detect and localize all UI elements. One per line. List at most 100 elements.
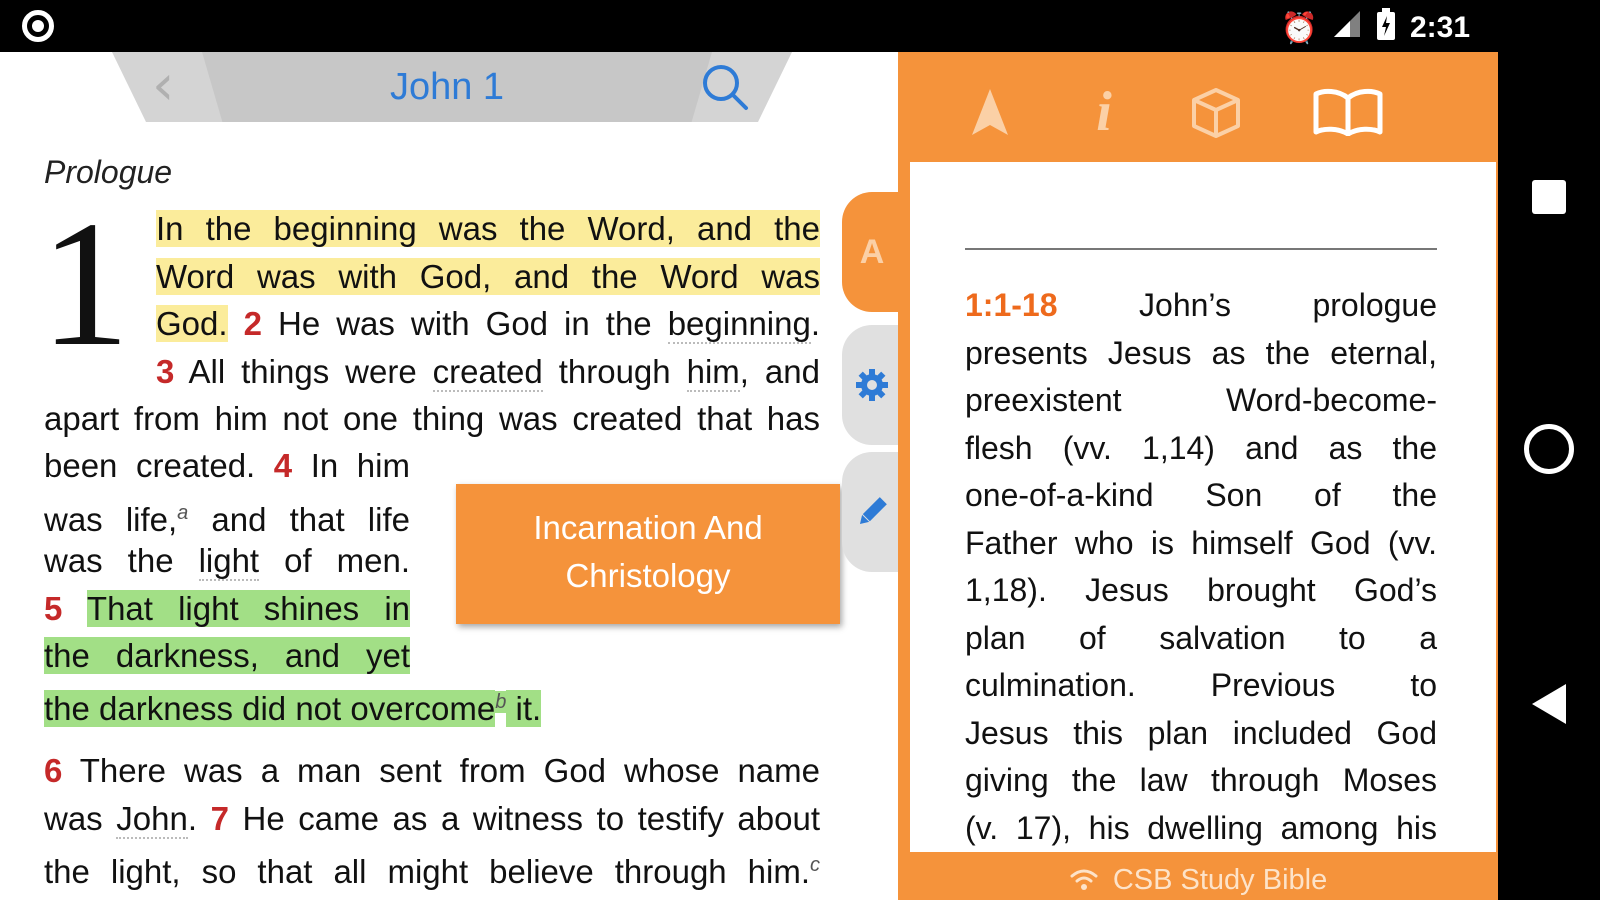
verse-text: presents Jesus as the eternal, xyxy=(965,334,1437,371)
verse-text: That light shines in xyxy=(86,589,411,627)
home-button[interactable] xyxy=(1498,424,1600,474)
text-line: the darkness, and yet xyxy=(44,632,410,680)
verse-number[interactable]: 5 xyxy=(44,590,62,627)
verse-text: the darkness, and yet xyxy=(44,637,410,674)
verse-text: the darkness did not overcome xyxy=(44,690,496,727)
text-line: the light, so that all might believe thr… xyxy=(44,842,820,890)
text-size-button[interactable] xyxy=(968,82,1012,142)
signal-icon xyxy=(1332,9,1362,47)
topic-callout-button[interactable]: Incarnation And Christology xyxy=(456,484,840,624)
text-line: was life,a and that life xyxy=(44,490,410,538)
study-note-text: 1:1-18 John’s prologue presents Jesus as … xyxy=(965,282,1437,852)
study-notes-panel: i 1:1-18 John’s prologue presents Jesus a… xyxy=(898,52,1498,900)
text-line: 5 That light shines in xyxy=(44,585,411,633)
book-icon xyxy=(1313,88,1383,136)
search-icon xyxy=(703,65,748,110)
reader-pane[interactable]: ‹ John 1 Prologue 1 In the beginning was… xyxy=(0,52,898,900)
verse-text: . xyxy=(810,305,821,342)
verse-text: In the beginning was the Word, and the xyxy=(156,210,820,247)
clock-time: 2:31 xyxy=(1409,11,1470,44)
text-line: Jesus this plan included God xyxy=(965,710,1437,758)
verse-number[interactable]: 6 xyxy=(44,752,62,789)
text-line: 6 There was a man sent from God whose na… xyxy=(44,747,820,795)
chapter-title[interactable]: John 1 xyxy=(312,66,582,109)
bible-button[interactable] xyxy=(1310,82,1386,142)
tab-study-notes[interactable]: A xyxy=(842,192,902,312)
verse-text: He came as a witness to testify about xyxy=(228,799,820,837)
record-icon xyxy=(22,10,54,42)
recents-button[interactable] xyxy=(1498,180,1600,214)
text-line: Word was with God, and the Word was xyxy=(156,253,820,301)
verse-text: one-of-a-kind Son of the xyxy=(965,477,1437,513)
verse-text: . xyxy=(187,799,211,837)
verse-number[interactable]: 3 xyxy=(156,353,174,390)
verse-text: Father who is himself God (vv. xyxy=(965,524,1437,561)
text-line: 1:1-18 John’s prologue xyxy=(965,282,1437,330)
text-size-icon xyxy=(972,89,1008,135)
text-line: was the light of men. xyxy=(44,537,410,585)
verse-number[interactable]: 2 xyxy=(244,305,262,342)
text-line: flesh (vv. 1,14) and as the xyxy=(965,425,1437,473)
footnote-marker: b xyxy=(495,691,507,713)
chevron-left-icon: ‹ xyxy=(152,53,175,118)
triangle-back-icon xyxy=(1532,684,1566,724)
footnote-marker: a xyxy=(177,501,189,524)
text-line: Father who is himself God (vv. xyxy=(965,520,1437,568)
linked-word[interactable]: him xyxy=(686,352,740,392)
chapter-number: 1 xyxy=(40,184,130,383)
text-line: plan of salvation to a xyxy=(965,615,1437,663)
status-bar: ⏰ 2:31 xyxy=(0,0,1498,52)
verse-text xyxy=(228,305,244,342)
verse-text: the light, so that all might believe thr… xyxy=(44,853,810,890)
square-icon xyxy=(1532,180,1566,214)
text-line: God. 2 He was with God in the beginning. xyxy=(156,300,820,348)
passage-block: apart from him not one thing was created… xyxy=(44,395,820,443)
verse-number[interactable]: 4 xyxy=(274,447,292,484)
study-notes-icon: A xyxy=(859,232,885,271)
gear-icon xyxy=(856,369,888,401)
linked-word[interactable]: beginning xyxy=(667,305,811,344)
text-line: the darkness did not overcomeb it. xyxy=(44,679,644,727)
verse-text: plan of salvation to a xyxy=(965,619,1437,656)
search-button[interactable] xyxy=(700,62,750,112)
text-line: 3 All things were created through him, a… xyxy=(156,348,820,396)
back-button[interactable] xyxy=(1498,684,1600,724)
verse-text: Jesus this plan included God xyxy=(965,714,1437,751)
verse-text: All things were xyxy=(174,352,433,390)
tab-notes[interactable] xyxy=(842,452,902,572)
verse-text: been created. xyxy=(44,447,274,484)
wifi-icon xyxy=(1070,869,1098,890)
verse-text: and that life xyxy=(188,500,410,538)
linked-word[interactable]: light xyxy=(198,542,260,581)
alarm-icon: ⏰ xyxy=(1280,11,1318,45)
linked-word[interactable]: created xyxy=(432,352,543,392)
previous-chapter-button[interactable]: ‹ xyxy=(152,56,174,116)
verse-text xyxy=(62,590,87,627)
verse-text: was xyxy=(44,799,117,837)
text-line: presents Jesus as the eternal, xyxy=(965,330,1437,378)
verse-text: giving the law through Moses xyxy=(965,762,1437,798)
verse-text: , and xyxy=(739,352,820,390)
text-line: giving the law through Moses xyxy=(965,757,1437,805)
linked-word[interactable]: John xyxy=(116,799,188,839)
pencil-icon xyxy=(859,497,887,525)
verse-text: (v. 17), his dwelling among his xyxy=(965,809,1437,846)
divider xyxy=(965,248,1437,250)
study-bible-source[interactable]: CSB Study Bible xyxy=(898,860,1498,900)
verse-text: was the xyxy=(44,542,199,579)
verse-text: Word was with God, and the Word was xyxy=(156,257,820,295)
text-line: apart from him not one thing was created… xyxy=(44,395,820,443)
info-icon: i xyxy=(1096,81,1112,143)
verse-text: God. xyxy=(156,305,228,342)
passage-block: In the beginning was the Word, and the Wo… xyxy=(156,205,820,395)
verse-text: of men. xyxy=(259,542,410,579)
verse-reference-link[interactable]: 1:1-18 xyxy=(965,287,1058,323)
verse-number[interactable]: 7 xyxy=(211,800,229,837)
passage-block: the darkness did not overcomeb it. xyxy=(44,679,644,727)
tab-settings[interactable] xyxy=(842,325,902,445)
info-button[interactable]: i xyxy=(1082,81,1126,143)
cube-button[interactable] xyxy=(1186,82,1246,142)
verse-text: culmination. Previous to xyxy=(965,667,1437,703)
verse-text: 1,18). Jesus brought God’s xyxy=(965,572,1437,608)
circle-icon xyxy=(1524,424,1574,474)
